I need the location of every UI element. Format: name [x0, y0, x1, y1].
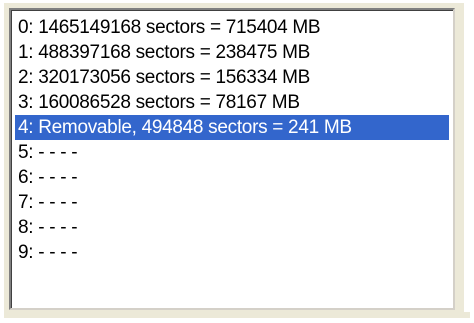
drive-listbox[interactable]: 0: 1465149168 sectors = 715404 MB 1: 488… — [9, 8, 455, 310]
drive-list-item-7[interactable]: 7: - - - - — [15, 190, 449, 215]
drive-list-item-1[interactable]: 1: 488397168 sectors = 238475 MB — [15, 40, 449, 65]
drive-list-item-4[interactable]: 4: Removable, 494848 sectors = 241 MB — [15, 115, 449, 140]
frame-bottom-edge — [4, 312, 470, 318]
drive-list-item-5[interactable]: 5: - - - - — [15, 140, 449, 165]
drive-list-item-0[interactable]: 0: 1465149168 sectors = 715404 MB — [15, 15, 449, 40]
drive-list-item-9[interactable]: 9: - - - - — [15, 240, 449, 265]
drive-list-item-3[interactable]: 3: 160086528 sectors = 78167 MB — [15, 90, 449, 115]
drive-list-item-8[interactable]: 8: - - - - — [15, 215, 449, 240]
drive-list-items: 0: 1465149168 sectors = 715404 MB 1: 488… — [15, 15, 449, 265]
drive-list-item-6[interactable]: 6: - - - - — [15, 165, 449, 190]
drive-list-item-2[interactable]: 2: 320173056 sectors = 156334 MB — [15, 65, 449, 90]
